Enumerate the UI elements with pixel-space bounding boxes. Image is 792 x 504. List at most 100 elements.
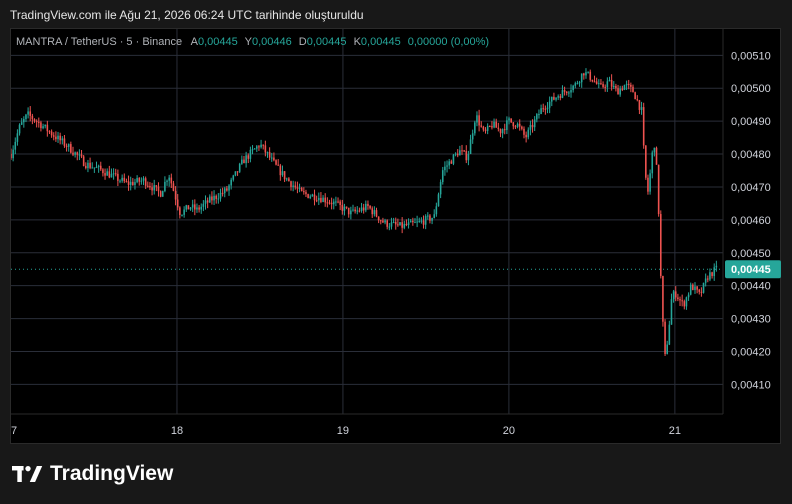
candle-body: [168, 177, 170, 181]
candle-body: [151, 187, 153, 191]
candle-body: [273, 157, 275, 161]
candle-body: [11, 154, 12, 159]
candle-body: [401, 222, 403, 228]
y-tick-label: 0,00460: [731, 215, 771, 227]
candle-body: [176, 199, 179, 208]
y-tick-label: 0,00500: [731, 83, 771, 95]
candle-body: [354, 209, 356, 212]
candle-body: [399, 222, 401, 226]
candle-body: [170, 177, 173, 184]
x-tick-label: 21: [669, 425, 681, 437]
candle-body: [585, 72, 587, 76]
candle-body: [153, 185, 156, 191]
candle-body: [559, 96, 562, 98]
candle-body: [550, 96, 553, 102]
close-label: K: [353, 36, 361, 48]
candle-body: [311, 194, 314, 197]
candle-body: [583, 73, 585, 76]
candle-body: [335, 201, 337, 203]
candle-body: [181, 214, 183, 216]
candle-body: [598, 83, 600, 85]
candle-body: [27, 111, 29, 115]
candle-body: [692, 284, 694, 291]
candle-body: [674, 291, 677, 298]
candle-body: [623, 85, 626, 90]
symbol-label[interactable]: MANTRA / TetherUS · 5 · Binance: [16, 36, 182, 48]
candle-body: [454, 153, 457, 155]
candle-body: [707, 278, 709, 280]
candle-body: [247, 155, 250, 159]
candle-body: [548, 101, 551, 108]
candle-body: [621, 88, 624, 90]
candle-body: [563, 90, 566, 92]
candlestick-chart[interactable]: 0,00510 0,00500 0,00490 0,00480 0,00470 0,004…: [11, 29, 782, 445]
candle-body: [89, 162, 91, 168]
high-value: 0,00446: [251, 36, 292, 48]
candle-body: [557, 96, 559, 98]
candle-body: [512, 122, 515, 127]
candle-body: [125, 181, 128, 183]
candle-body: [326, 202, 329, 204]
candle-body: [508, 118, 510, 121]
candle-body: [52, 135, 55, 137]
candle-body: [204, 200, 207, 204]
candle-body: [412, 220, 414, 223]
candle-body: [232, 175, 235, 180]
open-value: 0,00445: [198, 36, 238, 48]
chart-frame[interactable]: 0,00510 0,00500 0,00490 0,00480 0,00470 0,004…: [10, 28, 781, 444]
change-value: 0,00000 (0,00%): [407, 36, 490, 48]
candle-body: [651, 152, 654, 174]
candle-body: [713, 267, 716, 277]
candle-body: [37, 121, 40, 123]
candle-body: [435, 206, 438, 215]
candle-body: [142, 178, 145, 181]
candle-body: [409, 220, 412, 223]
candle-body: [59, 135, 61, 141]
candle-body: [67, 144, 70, 147]
candle-body: [332, 201, 335, 205]
candle-body: [360, 207, 363, 211]
candle-body: [553, 96, 555, 100]
candle-body: [416, 221, 418, 223]
caption: TradingView.com ile Ağu 21, 2026 06:24 U…: [10, 8, 364, 22]
candle-body: [217, 198, 220, 200]
candle-body: [527, 129, 530, 138]
candle-body: [208, 196, 211, 203]
candle-body: [174, 190, 177, 200]
candle-body: [484, 129, 487, 131]
candle-body: [576, 83, 579, 85]
high-label: Y: [244, 36, 252, 48]
candle-body: [640, 107, 643, 110]
candle-body: [565, 91, 568, 94]
candle-body: [424, 216, 427, 225]
candle-body: [296, 187, 299, 189]
candle-body: [476, 115, 478, 123]
candle-body: [29, 111, 32, 116]
candle-body: [632, 86, 634, 93]
candle-body: [681, 300, 683, 302]
candle-body: [309, 196, 312, 198]
candle-body: [456, 153, 459, 156]
candle-body: [179, 207, 181, 215]
y-tick-label: 0,00470: [731, 182, 771, 194]
candle-body: [437, 194, 440, 207]
candle-body: [347, 207, 350, 215]
candle-body: [452, 154, 455, 164]
candle-body: [328, 202, 331, 204]
candle-body: [136, 178, 138, 183]
last-price-label: 0,00445: [731, 264, 771, 276]
candle-body: [482, 126, 485, 130]
candle-body: [324, 197, 327, 203]
x-tick-label: 19: [337, 425, 349, 437]
candle-body: [689, 284, 692, 295]
candle-body: [422, 220, 425, 225]
candle-body: [531, 124, 534, 128]
candle-body: [491, 126, 493, 128]
candle-body: [561, 90, 564, 98]
y-tick-label: 0,00410: [731, 379, 771, 391]
y-tick-label: 0,00420: [731, 346, 771, 358]
candle-body: [441, 170, 444, 183]
candle-body: [189, 207, 192, 210]
brand[interactable]: TradingView: [12, 462, 173, 486]
candle-body: [469, 139, 472, 154]
